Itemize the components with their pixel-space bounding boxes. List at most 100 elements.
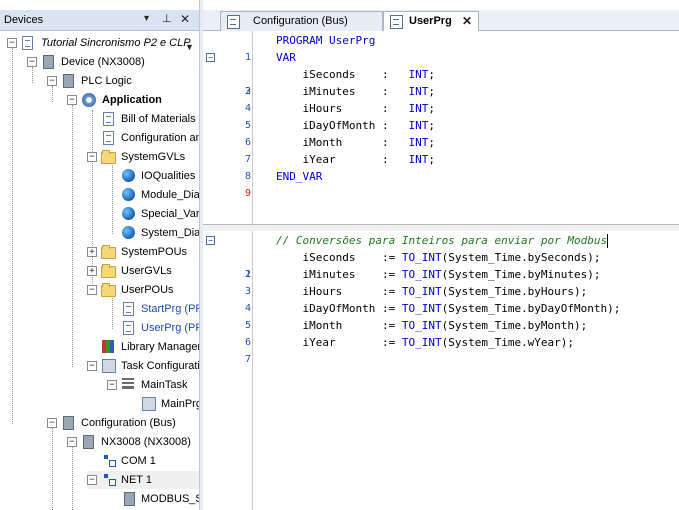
code-line[interactable]: 5 iDayOfMonth := TO_INT(System_Time.byDa… [203,300,679,331]
pou-document-icon [123,302,134,316]
tab-configuration-bus[interactable]: Configuration (Bus) [220,11,383,31]
code-text: PROGRAM UserPrg [276,34,376,47]
tree-item-label: Bill of Materials [121,113,196,125]
code-comment: // Conversões para Inteiros para enviar … [276,232,609,249]
code-text: END_VAR [276,170,323,183]
code-line[interactable]: 3 iSeconds : INT; [203,66,679,97]
tree-item-label: Special_Varia [141,208,199,220]
code-line[interactable]: − 1 // Conversões para Inteiros para env… [203,232,679,280]
collapse-icon[interactable]: − [47,76,57,86]
expand-icon[interactable]: + [87,247,97,257]
close-tab-icon[interactable]: ✕ [462,12,472,31]
tree-item-label: NET 1 [121,474,152,486]
tree-item-label: System_Diag [141,227,199,239]
collapse-icon[interactable]: − [67,437,77,447]
collapse-icon[interactable]: − [87,285,97,295]
tree-item-label: Tutorial Sincronismo P2 e CLP [41,37,191,49]
task-icon [122,378,134,389]
tree-item-label: Device (NX3008) [61,56,145,68]
tree-item-label: MainPrg [161,398,199,410]
code-line[interactable]: 3 iMinutes := TO_INT(System_Time.byMinut… [203,266,679,297]
tab-userprg[interactable]: UserPrg ✕ [383,11,479,31]
code-text: iYear : INT; [276,153,435,166]
declaration-editor[interactable]: 1 PROGRAM UserPrg − 2 VAR 3 iSeconds : I… [203,31,679,224]
pou-document-icon [390,15,403,29]
tree-item-label: Configuration and [121,132,199,144]
code-text: iMonth := TO_INT(System_Time.byMonth); [276,319,588,332]
collapse-icon[interactable]: − [87,152,97,162]
tree-item-label: NX3008 (NX3008) [101,436,191,448]
folder-icon [101,264,116,278]
line-number: 7 [244,354,251,365]
panel-dropdown-icon[interactable]: ▾ [144,13,149,24]
tree-item-project[interactable]: − Tutorial Sincronismo P2 e CLP ▼ [0,34,199,52]
collapse-icon[interactable]: − [47,418,57,428]
tree-guide-line [32,67,33,83]
fold-collapse-icon[interactable]: − [206,53,215,62]
code-line[interactable]: 9 END_VAR [203,168,679,199]
folder-icon [101,150,116,164]
code-text: iHours := TO_INT(System_Time.byHours); [276,285,588,298]
code-text: iMinutes : INT; [276,85,435,98]
collapse-icon[interactable]: − [67,95,77,105]
tree-item-label: Task Configurati [121,360,199,372]
collapse-icon[interactable]: − [87,361,97,371]
tree-item-label: SystemPOUs [121,246,188,258]
network-port-icon [103,454,116,467]
tree-item-net1[interactable]: − NET 1 [87,471,199,489]
implementation-editor[interactable]: − 1 // Conversões para Inteiros para env… [203,231,679,510]
collapse-icon[interactable]: − [7,38,17,48]
chevron-down-icon[interactable]: ▼ [185,38,194,56]
devices-panel-header: Devices ▾ ⊥ ✕ [0,10,199,31]
fold-collapse-icon[interactable]: − [206,236,215,245]
gvl-globe-icon [122,207,135,220]
code-line[interactable]: 5 iHours : INT; [203,100,679,131]
tree-guide-line [112,162,113,234]
pin-icon[interactable]: ⊥ [162,12,172,25]
code-text: iMinutes := TO_INT(System_Time.byMinutes… [276,268,601,281]
code-line[interactable]: 2 iSeconds := TO_INT(System_Time.bySecon… [203,249,679,280]
code-text: iSeconds : INT; [276,68,435,81]
tab-label: Configuration (Bus) [253,15,348,27]
configuration-icon [227,15,240,29]
device-icon [83,435,94,449]
code-text: // Conversões para Inteiros para enviar … [276,234,608,247]
text-caret [607,234,609,248]
tree-guide-line [72,447,73,510]
library-books-icon [102,340,114,353]
code-line[interactable]: 4 iHours := TO_INT(System_Time.byHours); [203,283,679,314]
plc-logic-icon [63,74,74,88]
tree-item-label: MainTask [141,379,188,391]
document-icon [103,131,114,145]
tree-item-label: MODBUS_Sy [141,493,199,505]
code-text: iYear := TO_INT(System_Time.wYear); [276,336,575,349]
tree-guide-line [72,105,73,367]
code-line[interactable]: 1 PROGRAM UserPrg [203,32,679,63]
code-line[interactable]: 7 iMonth : INT; [203,134,679,165]
tree-item-label: Application [102,94,162,106]
program-call-icon [142,397,156,411]
code-line[interactable]: − 2 VAR [203,49,679,97]
code-text: iSeconds := TO_INT(System_Time.bySeconds… [276,251,601,264]
code-line[interactable]: 6 iDayOfMonth : INT; [203,117,679,148]
expand-icon[interactable]: + [87,266,97,276]
devices-panel: Devices ▾ ⊥ ✕ − Tutorial Sincronismo P2 … [0,0,199,510]
tree-item-label: IOQualities [141,170,196,182]
collapse-icon[interactable]: − [87,475,97,485]
code-line[interactable]: 6 iMonth := TO_INT(System_Time.byMonth); [203,317,679,348]
collapse-icon[interactable]: − [107,380,117,390]
device-icon [124,492,135,506]
tree-guide-line [52,428,53,510]
close-panel-icon[interactable]: ✕ [180,12,190,26]
folder-icon [101,283,116,297]
tree-item-label: SystemGVLs [121,151,186,163]
folder-icon [101,245,116,259]
tree-item-label: Module_Diag [141,189,199,201]
pou-document-icon [123,321,134,335]
code-line[interactable]: 7 iYear := TO_INT(System_Time.wYear); [203,334,679,365]
gvl-globe-icon [122,169,135,182]
collapse-icon[interactable]: − [27,57,37,67]
code-line[interactable]: 4 iMinutes : INT; [203,83,679,114]
code-line[interactable]: 8 iYear : INT; [203,151,679,182]
document-icon [103,112,114,126]
